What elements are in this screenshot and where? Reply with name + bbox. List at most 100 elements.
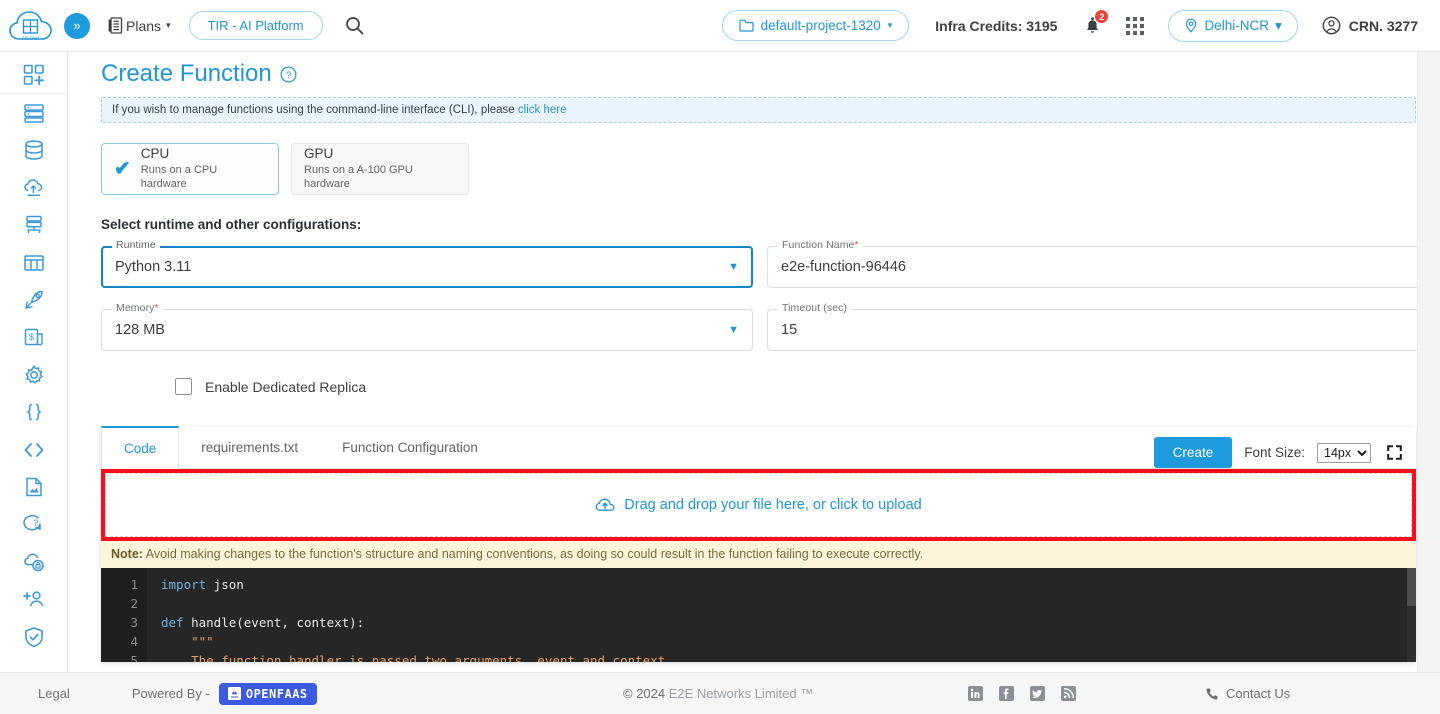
memory-chevron-down-icon[interactable]: ▼ <box>728 309 739 351</box>
sidebar-item-settings[interactable] <box>0 356 67 393</box>
timeout-field[interactable]: Timeout (sec) 15 <box>767 302 1419 351</box>
phone-icon <box>1206 688 1218 699</box>
question-circle-icon[interactable]: ? <box>280 66 297 83</box>
plans-menu[interactable]: Plans ▾ <box>108 17 171 34</box>
user-avatar-icon <box>1322 16 1341 35</box>
sidebar-item-help[interactable]: ? <box>0 506 67 543</box>
memory-select[interactable]: Memory* 128 MB ▼ <box>101 302 753 351</box>
cli-click-here-link[interactable]: click here <box>518 104 567 116</box>
gpu-title: GPU <box>304 145 334 161</box>
tab-function-configuration[interactable]: Function Configuration <box>320 426 500 468</box>
logo-container[interactable]: E2E Cloud <box>0 9 62 43</box>
sidebar-item-code[interactable] <box>0 431 67 468</box>
create-button[interactable]: Create <box>1153 437 1233 468</box>
account-label: CRN. 3277 <box>1348 17 1418 34</box>
code-token-docstring-line: The function handler is passed two argum… <box>191 652 673 662</box>
sidebar-item-documents[interactable] <box>0 468 67 505</box>
sidebar-item-databases[interactable] <box>0 132 67 169</box>
gpu-subtitle: Runs on a A-100 GPU hardware <box>304 163 413 191</box>
file-dropzone-inner[interactable]: Drag and drop your file here, or click t… <box>105 473 1412 537</box>
footer-copyright: © 2024 E2E Networks Limited ™ <box>623 686 814 701</box>
footer-legal-link[interactable]: Legal <box>38 686 70 701</box>
footer-contact-us[interactable]: Contact Us <box>1205 686 1290 701</box>
region-label: Delhi-NCR <box>1204 18 1269 33</box>
twitter-icon[interactable] <box>1030 686 1045 701</box>
code-line-numbers: 12345 <box>101 567 147 662</box>
sidebar-expand-toggle[interactable]: » <box>64 12 90 39</box>
timeout-label: Timeout (sec) <box>778 302 852 314</box>
sidebar-item-protection[interactable] <box>0 618 67 655</box>
dedicated-replica-checkbox[interactable] <box>175 378 192 395</box>
cpu-title: CPU <box>140 145 170 161</box>
fullscreen-expand-icon[interactable] <box>1383 445 1402 460</box>
sidebar-item-billing[interactable]: $ <box>0 319 67 356</box>
font-size-select[interactable]: 14px <box>1317 442 1371 463</box>
function-editor-card: Code requirements.txt Function Configura… <box>101 426 1416 662</box>
page-right-gutter <box>1417 52 1440 672</box>
svg-text:?: ? <box>32 519 37 530</box>
linkedin-icon[interactable] <box>968 686 983 701</box>
project-selector[interactable]: default-project-1320 ▾ <box>721 10 910 41</box>
timeout-box <box>767 309 1419 351</box>
tir-ai-platform-button[interactable]: TIR - AI Platform <box>188 11 323 40</box>
sidebar-item-cloud-storage[interactable] <box>0 169 67 206</box>
document-image-icon <box>25 477 42 497</box>
sidebar-item-grid-layout[interactable] <box>0 244 67 281</box>
font-size-label: Font Size: <box>1244 445 1305 460</box>
sidebar-item-launch[interactable] <box>0 281 67 318</box>
sidebar-item-add-dashboard[interactable] <box>0 56 67 93</box>
plans-label: Plans <box>126 17 162 34</box>
dedicated-replica-row[interactable]: Enable Dedicated Replica <box>68 351 1440 395</box>
code-editor[interactable]: 12345 import json def handle(event, cont… <box>101 567 1416 662</box>
runtime-label: Runtime <box>112 239 160 251</box>
file-dropzone[interactable]: Drag and drop your file here, or click t… <box>101 469 1416 541</box>
project-label: default-project-1320 <box>760 18 881 33</box>
page-title-text: Create Function <box>101 60 272 87</box>
openfaas-badge[interactable]: OPENFAAS <box>218 682 317 705</box>
shield-check-icon <box>24 626 43 647</box>
code-token-docstring-open: """ <box>191 633 214 649</box>
footer-contact-label: Contact Us <box>1226 686 1291 701</box>
function-name-field[interactable]: Function Name* e2e-function-96446 <box>767 239 1419 288</box>
memory-select-box <box>101 309 753 351</box>
grid-layout-icon <box>23 254 44 271</box>
plans-doc-icon <box>108 17 123 34</box>
timeout-input[interactable]: 15 <box>781 309 797 351</box>
sidebar-item-compute-nodes[interactable] <box>0 94 67 131</box>
search-icon[interactable] <box>345 16 364 35</box>
region-selector[interactable]: Delhi-NCR ▾ <box>1168 9 1298 42</box>
page-footer: Legal Powered By - OPENFAAS © 2024 E2E N… <box>0 672 1440 714</box>
sidebar-item-api[interactable] <box>0 394 67 431</box>
code-scrollbar[interactable] <box>1407 567 1416 662</box>
top-header: E2E Cloud » Plans ▾ TIR - AI Platform de… <box>0 0 1440 52</box>
code-angle-brackets-icon <box>24 442 43 457</box>
left-sidebar: $ ? <box>0 52 68 672</box>
footer-powered-by-label: Powered By - <box>131 686 210 701</box>
cpu-subtitle: Runs on a CPU hardware <box>140 163 218 191</box>
note-prefix: Note: <box>111 547 143 561</box>
code-text-area[interactable]: import json def handle(event, context): … <box>147 567 1416 662</box>
apps-grid-icon[interactable] <box>1126 16 1145 35</box>
security-lock-cloud-icon <box>23 553 44 572</box>
notifications-button[interactable]: 2 <box>1083 9 1110 36</box>
code-token-import: import <box>161 576 207 592</box>
main-content: Create Function ? If you wish to manage … <box>68 52 1440 672</box>
account-menu[interactable]: CRN. 3277 <box>1322 16 1418 35</box>
location-pin-icon <box>1186 18 1197 33</box>
tab-code[interactable]: Code <box>101 426 180 469</box>
sidebar-item-add-user[interactable] <box>0 580 67 617</box>
sidebar-item-network-servers[interactable] <box>0 207 67 244</box>
sidebar-item-security[interactable] <box>0 543 67 580</box>
hardware-option-cpu[interactable]: ✔ CPU Runs on a CPU hardware <box>101 143 279 195</box>
hardware-option-gpu[interactable]: GPU Runs on a A-100 GPU hardware <box>291 143 469 195</box>
runtime-select[interactable]: Runtime Python 3.11 ▼ <box>101 239 753 288</box>
configuration-form: Runtime Python 3.11 ▼ Function Name* e2e… <box>68 232 1440 351</box>
help-chat-icon: ? <box>22 515 41 531</box>
tab-requirements-txt[interactable]: requirements.txt <box>179 426 320 468</box>
facebook-icon[interactable] <box>999 686 1014 701</box>
runtime-chevron-down-icon[interactable]: ▼ <box>728 246 739 288</box>
rss-icon[interactable] <box>1061 686 1076 701</box>
rocket-icon <box>24 290 43 309</box>
function-name-input[interactable]: e2e-function-96446 <box>781 246 906 288</box>
settings-gear-icon <box>25 365 43 384</box>
